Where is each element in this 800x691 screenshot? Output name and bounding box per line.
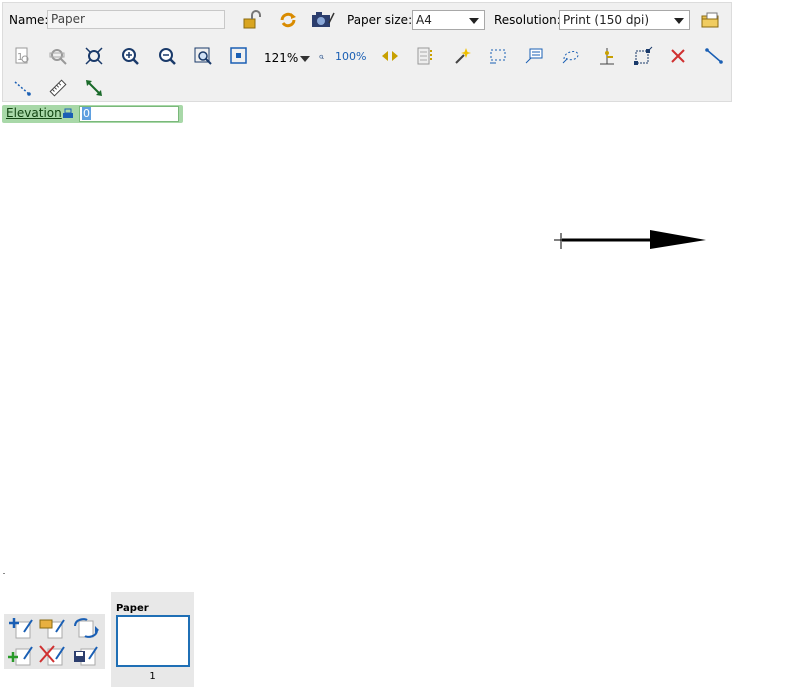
- duplicate-page-icon[interactable]: [71, 616, 101, 640]
- folder-icon[interactable]: [699, 9, 721, 31]
- toolbar: Name: Paper Paper size: A4 Resolution: P…: [2, 2, 732, 102]
- zoom-fit-icon[interactable]: [83, 45, 105, 67]
- resolution-label: Resolution:: [494, 13, 561, 27]
- elevation-label[interactable]: Elevation: [6, 106, 62, 120]
- elevation-value: 0: [82, 107, 91, 120]
- chevron-down-icon: [674, 18, 684, 24]
- paper-size-value: A4: [416, 13, 432, 27]
- transform-icon[interactable]: [632, 45, 654, 67]
- zoom-selection-icon[interactable]: [192, 45, 214, 67]
- zoom-width-icon[interactable]: [47, 45, 69, 67]
- page-thumbnail-panel: Paper 1: [111, 592, 194, 687]
- name-label: Name:: [9, 13, 49, 27]
- camera-icon[interactable]: [310, 9, 336, 31]
- elevation-input[interactable]: 0: [79, 106, 179, 122]
- zoom-level-value: 121%: [264, 51, 299, 65]
- zoom-reset-label: 100%: [335, 50, 367, 63]
- delete-icon[interactable]: [667, 45, 689, 67]
- lock-icon[interactable]: [241, 9, 263, 31]
- refresh-icon[interactable]: [277, 9, 299, 31]
- page-tools-panel: [4, 614, 105, 669]
- lasso-select-icon[interactable]: [560, 45, 582, 67]
- resolution-select[interactable]: Print (150 dpi): [559, 10, 690, 30]
- canvas-arrow-shape[interactable]: [550, 225, 710, 255]
- dimension-icon[interactable]: [83, 77, 105, 99]
- name-field[interactable]: Paper: [47, 10, 225, 29]
- document-list-icon[interactable]: [414, 45, 436, 67]
- open-page-icon[interactable]: [38, 616, 68, 640]
- delete-page-icon[interactable]: [38, 643, 68, 667]
- measure-point-icon[interactable]: [596, 45, 618, 67]
- rectangle-select-icon[interactable]: [487, 45, 509, 67]
- new-page-icon[interactable]: [6, 643, 36, 667]
- thumbnail-page-number: 1: [149, 671, 156, 682]
- resolution-value: Print (150 dpi): [563, 13, 650, 27]
- thumbnail-name: Paper: [116, 603, 149, 614]
- zoom-in-icon[interactable]: [119, 45, 141, 67]
- save-page-icon[interactable]: [71, 643, 101, 667]
- zoom-out-icon[interactable]: [156, 45, 178, 67]
- magic-wand-icon[interactable]: [451, 45, 473, 67]
- canvas-marker: [3, 573, 5, 574]
- toolbar-row-top: Name: Paper Paper size: A4 Resolution: P…: [3, 3, 731, 37]
- paper-size-select[interactable]: A4: [412, 10, 485, 30]
- zoom-area-icon[interactable]: [228, 45, 250, 67]
- zoom-reset-button[interactable]: 100%: [319, 48, 369, 66]
- label-tool-icon[interactable]: [523, 45, 545, 67]
- pan-icon[interactable]: [379, 45, 401, 67]
- chevron-down-icon: [300, 55, 311, 62]
- dashed-line-icon[interactable]: [11, 77, 33, 99]
- zoom-page-icon[interactable]: 1: [11, 45, 33, 67]
- add-page-icon[interactable]: [6, 616, 36, 640]
- chevron-down-icon: [469, 18, 479, 24]
- layer-icon[interactable]: [62, 107, 74, 119]
- ruler-icon[interactable]: [47, 77, 69, 99]
- line-tool-icon[interactable]: [703, 45, 725, 67]
- zoom-level-select[interactable]: 121%: [264, 51, 311, 65]
- paper-size-label: Paper size:: [347, 13, 413, 27]
- page-thumbnail[interactable]: [116, 615, 190, 667]
- elevation-bar: Elevation 0: [2, 105, 183, 123]
